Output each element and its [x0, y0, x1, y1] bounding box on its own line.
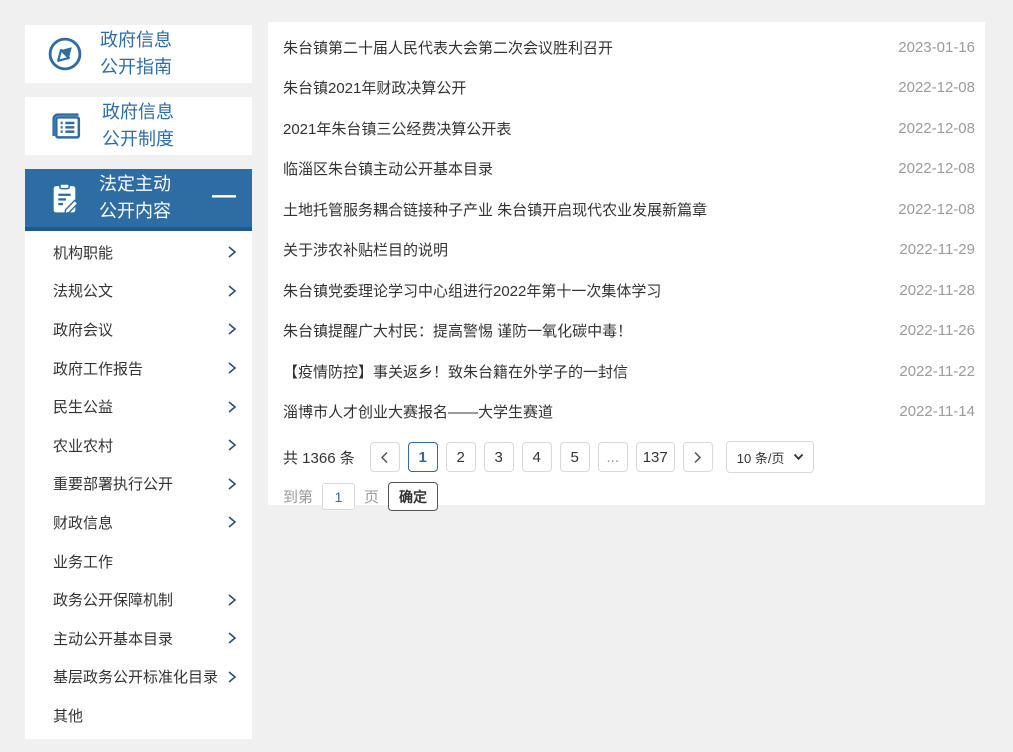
page-button-last[interactable]: 137 [636, 442, 675, 472]
page-button-2[interactable]: 2 [446, 442, 476, 472]
sidebar-item-gov-meetings[interactable]: 政府会议 [25, 310, 252, 349]
article-row[interactable]: 土地托管服务耦合链接种子产业 朱台镇开启现代农业发展新篇章 2022-12-08 [268, 189, 985, 230]
article-date: 2022-12-08 [898, 201, 975, 218]
sidebar-item-fiscal-info[interactable]: 财政信息 [25, 503, 252, 542]
pagination-bar: 共 1366 条 1 2 3 4 5 ... 137 10 条/页 [283, 441, 985, 473]
chevron-right-icon [227, 670, 237, 684]
sidebar-item-other[interactable]: 其他 [25, 696, 252, 735]
chevron-right-icon [227, 284, 237, 298]
chevron-left-icon [380, 451, 389, 464]
article-title: 朱台镇党委理论学习中心组进行2022年第十一次集体学习 [283, 280, 661, 301]
jump-suffix-label: 页 [364, 486, 379, 507]
article-row[interactable]: 临淄区朱台镇主动公开基本目录 2022-12-08 [268, 149, 985, 190]
sidebar-item-org-functions[interactable]: 机构职能 [25, 233, 252, 272]
sidebar-item-guarantee-mechanism[interactable]: 政务公开保障机制 [25, 580, 252, 619]
article-row[interactable]: 朱台镇第二十届人民代表大会第二次会议胜利召开 2023-01-16 [268, 27, 985, 68]
sidebar: 政府信息 公开指南 政府信息 公开制度 [25, 25, 252, 739]
chevron-right-icon [227, 438, 237, 452]
collapse-minus-icon[interactable]: — [212, 184, 236, 208]
article-title: 朱台镇2021年财政决算公开 [283, 77, 466, 98]
chevron-right-icon [227, 245, 237, 259]
article-date: 2022-12-08 [898, 120, 975, 137]
sidebar-item-label: 政府信息 公开制度 [102, 99, 174, 153]
article-title: 【疫情防控】事关返乡！致朱台籍在外学子的一封信 [283, 361, 628, 382]
chevron-right-icon [227, 631, 237, 645]
jump-prefix-label: 到第 [283, 486, 313, 507]
chevron-right-icon [227, 361, 237, 375]
article-date: 2023-01-16 [898, 39, 975, 56]
sidebar-item-basic-catalog[interactable]: 主动公开基本目录 [25, 619, 252, 658]
sidebar-item-agriculture[interactable]: 农业农村 [25, 426, 252, 465]
article-date: 2022-11-14 [899, 403, 975, 420]
sidebar-item-livelihood[interactable]: 民生公益 [25, 387, 252, 426]
chevron-down-icon [793, 453, 804, 461]
article-list-panel: 朱台镇第二十届人民代表大会第二次会议胜利召开 2023-01-16 朱台镇202… [268, 22, 985, 505]
article-title: 土地托管服务耦合链接种子产业 朱台镇开启现代农业发展新篇章 [283, 199, 707, 220]
page-button-3[interactable]: 3 [484, 442, 514, 472]
article-title: 朱台镇提醒广大村民：提高警惕 谨防一氧化碳中毒！ [283, 320, 632, 341]
article-title: 淄博市人才创业大赛报名——大学生赛道 [283, 401, 553, 422]
page-jump-bar: 到第 页 确定 [283, 482, 985, 511]
article-date: 2022-11-29 [899, 241, 975, 258]
article-row[interactable]: 朱台镇提醒广大村民：提高警惕 谨防一氧化碳中毒！ 2022-11-26 [268, 311, 985, 352]
article-title: 2021年朱台镇三公经费决算公开表 [283, 118, 511, 139]
sidebar-item-label: 政府信息 公开指南 [100, 27, 172, 81]
chevron-right-icon [693, 451, 702, 464]
chevron-right-icon [227, 477, 237, 491]
article-row[interactable]: 淄博市人才创业大赛报名——大学生赛道 2022-11-14 [268, 392, 985, 433]
article-row[interactable]: 【疫情防控】事关返乡！致朱台籍在外学子的一封信 2022-11-22 [268, 351, 985, 392]
prev-page-button[interactable] [370, 442, 400, 472]
chevron-right-icon [227, 515, 237, 529]
clipboard-pen-icon [46, 180, 83, 217]
sidebar-item-label: 法定主动 公开内容 [99, 171, 171, 225]
confirm-button[interactable]: 确定 [388, 482, 438, 511]
page-size-select[interactable]: 10 条/页 [726, 441, 815, 473]
article-row[interactable]: 朱台镇党委理论学习中心组进行2022年第十一次集体学习 2022-11-28 [268, 270, 985, 311]
sidebar-item-work-report[interactable]: 政府工作报告 [25, 349, 252, 388]
article-date: 2022-11-26 [899, 322, 975, 339]
chevron-right-icon [227, 593, 237, 607]
article-title: 朱台镇第二十届人民代表大会第二次会议胜利召开 [283, 37, 613, 58]
page-button-5[interactable]: 5 [560, 442, 590, 472]
jump-page-input[interactable] [322, 483, 355, 510]
sidebar-item-grassroots-catalog[interactable]: 基层政务公开标准化目录 [25, 658, 252, 697]
article-date: 2022-11-22 [899, 363, 975, 380]
total-count-label: 共 1366 条 [283, 447, 355, 468]
article-date: 2022-11-28 [899, 282, 975, 299]
article-row[interactable]: 朱台镇2021年财政决算公开 2022-12-08 [268, 68, 985, 109]
page-button-1[interactable]: 1 [408, 442, 438, 472]
more-pages-button[interactable]: ... [598, 442, 628, 472]
chevron-right-icon [227, 400, 237, 414]
article-title: 关于涉农补贴栏目的说明 [283, 239, 448, 260]
article-title: 临淄区朱台镇主动公开基本目录 [283, 158, 493, 179]
page-button-4[interactable]: 4 [522, 442, 552, 472]
article-date: 2022-12-08 [898, 79, 975, 96]
compass-icon [46, 35, 84, 73]
sidebar-item-key-deployments[interactable]: 重要部署执行公开 [25, 465, 252, 504]
sidebar-item-disclosure-guide[interactable]: 政府信息 公开指南 [25, 25, 252, 83]
chevron-right-icon [227, 322, 237, 336]
next-page-button[interactable] [683, 442, 713, 472]
article-row[interactable]: 2021年朱台镇三公经费决算公开表 2022-12-08 [268, 108, 985, 149]
sidebar-submenu: 机构职能 法规公文 政府会议 政府工作报告 民生公益 农业农村 重要部署执行公开 [25, 231, 252, 739]
article-row[interactable]: 关于涉农补贴栏目的说明 2022-11-29 [268, 230, 985, 271]
sidebar-item-business-work[interactable]: 业务工作 [25, 542, 252, 581]
sidebar-item-regulations[interactable]: 法规公文 [25, 272, 252, 311]
sidebar-item-statutory-disclosure[interactable]: 法定主动 公开内容 — [25, 169, 252, 231]
ledger-icon [46, 106, 86, 146]
article-date: 2022-12-08 [898, 160, 975, 177]
sidebar-item-disclosure-system[interactable]: 政府信息 公开制度 [25, 97, 252, 155]
